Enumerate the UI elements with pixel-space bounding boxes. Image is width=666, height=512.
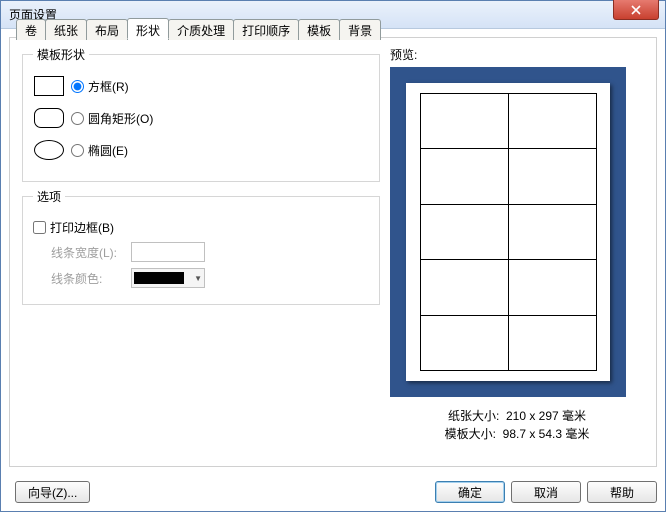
template-size-label: 模板大小: — [445, 427, 496, 441]
page-setup-dialog: 页面设置 卷纸张布局形状介质处理打印顺序模板背景 模板形状 方框(R) — [0, 0, 666, 512]
rounded-rect-swatch — [33, 107, 65, 129]
ok-button[interactable]: 确定 — [435, 481, 505, 503]
shape-label-ellipse[interactable]: 椭圆(E) — [88, 142, 128, 159]
left-column: 模板形状 方框(R) 圆角矩形(O) 椭圆(E) — [22, 46, 390, 458]
cancel-button[interactable]: 取消 — [511, 481, 581, 503]
shape-radio-rrect[interactable] — [71, 112, 84, 125]
paper-size-label: 纸张大小: — [448, 409, 499, 423]
tab-0[interactable]: 卷 — [16, 19, 46, 40]
preview-paper — [406, 83, 610, 381]
wizard-button[interactable]: 向导(Z)... — [15, 481, 90, 503]
dialog-body: 卷纸张布局形状介质处理打印顺序模板背景 模板形状 方框(R) 圆角矩形(O) — [9, 37, 657, 467]
color-chip — [134, 272, 184, 284]
close-icon — [631, 5, 641, 15]
tab-7[interactable]: 背景 — [339, 19, 381, 40]
line-width-label: 线条宽度(L): — [51, 244, 131, 261]
shape-label-rrect[interactable]: 圆角矩形(O) — [88, 110, 153, 127]
line-color-row: 线条颜色: ▼ — [51, 268, 369, 288]
print-border-checkbox[interactable] — [33, 221, 46, 234]
line-color-combo[interactable]: ▼ — [131, 268, 205, 288]
line-color-label: 线条颜色: — [51, 270, 131, 287]
preview-frame — [390, 67, 626, 397]
preview-grid — [420, 93, 596, 371]
shape-radio-rect[interactable] — [71, 80, 84, 93]
template-size-value: 98.7 x 54.3 毫米 — [503, 427, 590, 441]
shape-radio-ellipse[interactable] — [71, 144, 84, 157]
tab-6[interactable]: 模板 — [298, 19, 340, 40]
group-template-shape: 模板形状 方框(R) 圆角矩形(O) 椭圆(E) — [22, 46, 380, 182]
right-column: 预览: 纸张大小: 210 x 297 毫米 模板 — [390, 46, 644, 458]
ellipse-swatch — [33, 139, 65, 161]
print-border-label[interactable]: 打印边框(B) — [50, 219, 114, 236]
shape-label-rect[interactable]: 方框(R) — [88, 78, 129, 95]
group-options-legend: 选项 — [33, 188, 65, 205]
tab-1[interactable]: 纸张 — [45, 19, 87, 40]
close-button[interactable] — [613, 0, 659, 20]
print-border-row[interactable]: 打印边框(B) — [33, 219, 369, 236]
help-button[interactable]: 帮助 — [587, 481, 657, 503]
paper-size-value: 210 x 297 毫米 — [506, 409, 586, 423]
tab-2[interactable]: 布局 — [86, 19, 128, 40]
group-template-shape-legend: 模板形状 — [33, 46, 89, 63]
size-info: 纸张大小: 210 x 297 毫米 模板大小: 98.7 x 54.3 毫米 — [390, 407, 644, 443]
line-width-input[interactable] — [131, 242, 205, 262]
tab-4[interactable]: 介质处理 — [168, 19, 234, 40]
shape-option-rrect[interactable]: 圆角矩形(O) — [33, 107, 369, 129]
line-width-row: 线条宽度(L): — [51, 242, 369, 262]
dialog-footer: 向导(Z)... 确定 取消 帮助 — [9, 481, 657, 503]
shape-option-rect[interactable]: 方框(R) — [33, 75, 369, 97]
tab-5[interactable]: 打印顺序 — [233, 19, 299, 40]
group-options: 选项 打印边框(B) 线条宽度(L): 线条颜色: ▼ — [22, 188, 380, 305]
tab-3[interactable]: 形状 — [127, 18, 169, 39]
rect-swatch — [33, 75, 65, 97]
preview-label: 预览: — [390, 46, 644, 63]
shape-option-ellipse[interactable]: 椭圆(E) — [33, 139, 369, 161]
tabstrip: 卷纸张布局形状介质处理打印顺序模板背景 — [16, 18, 380, 39]
tab-panel-shape: 模板形状 方框(R) 圆角矩形(O) 椭圆(E) — [10, 38, 656, 466]
chevron-down-icon: ▼ — [194, 274, 202, 283]
